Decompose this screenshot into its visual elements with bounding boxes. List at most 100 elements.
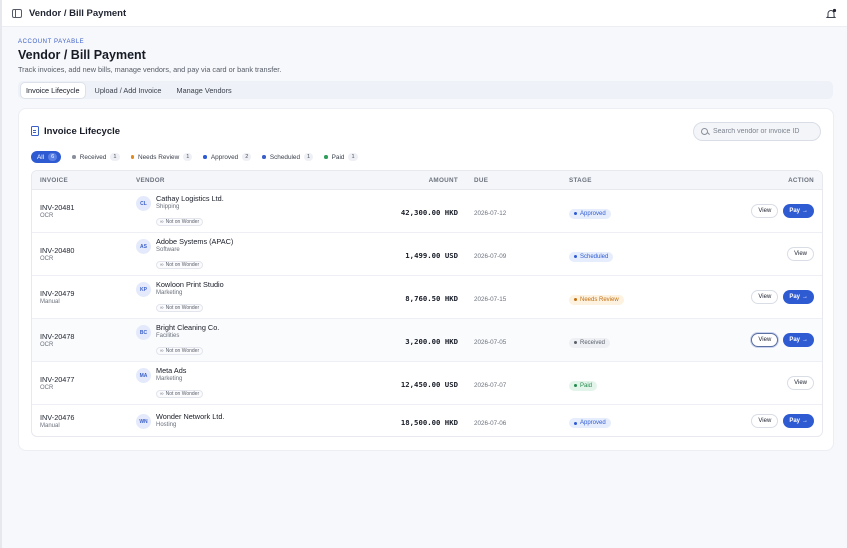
invoice-id: INV-20481 [40,203,75,212]
col-due[interactable]: DUE [466,171,561,190]
vendor-category: Hosting [156,422,177,428]
not-on-wonder-badge: ∞ Not on Wonder [156,304,204,312]
col-action: ACTION [691,171,822,190]
sidebar-toggle-icon[interactable] [12,8,22,18]
filter-chip-needs-review[interactable]: Needs Review 1 [130,153,193,161]
table-row[interactable]: INV-20478 OCR BC Bright Cleaning Co. Fac… [32,319,822,362]
stage-cell: Scheduled [561,233,691,276]
table-row[interactable]: INV-20477 OCR MA Meta Ads Marketing ∞ Not… [32,362,822,405]
search-input[interactable] [713,127,813,135]
vendor-cell: KP Kowloon Print Studio Marketing ∞ Not o… [128,276,338,319]
not-on-wonder-label: Not on Wonder [165,219,200,225]
due-cell: 2026-07-07 [466,362,561,405]
view-button[interactable]: View [751,413,779,428]
invoice-source: OCR [40,342,54,348]
stage-label: Needs Review [580,296,619,303]
stage-badge: Scheduled [569,251,614,262]
vendor-name: Kowloon Print Studio [156,280,224,289]
vendor-category: Shipping [156,204,180,210]
due-cell: 2026-07-09 [466,233,561,276]
card-title: Invoice Lifecycle [44,125,121,137]
not-on-wonder-badge: ∞ Not on Wonder [156,261,204,269]
invoice-id: INV-20476 [40,412,75,422]
not-on-wonder-badge: ∞ Not on Wonder [156,218,204,226]
status-dot-icon [574,212,577,215]
due-date: 2026-07-06 [474,419,507,427]
view-button[interactable]: View [787,247,814,261]
vendor-category: Facilities [156,333,180,339]
table-row[interactable]: INV-20480 OCR AS Adobe Systems (APAC) So… [32,233,822,276]
tab-upload-add-invoice[interactable]: Upload / Add Invoice [90,83,167,98]
invoice-amount: 12,450.00 USD [400,380,458,389]
action-cell: View [691,233,822,276]
due-cell: 2026-07-06 [466,405,561,436]
vendor-avatar: AS [136,239,151,254]
stage-label: Paid [580,382,593,389]
vendor-name: Adobe Systems (APAC) [156,237,234,246]
pay-button[interactable]: Pay → [783,290,814,304]
invoice-amount: 3,200.00 HKD [405,337,458,346]
filter-chip-scheduled[interactable]: Scheduled 1 [262,153,314,161]
not-on-wonder-label: Not on Wonder [165,305,200,311]
not-on-wonder-badge: ∞ Not on Wonder [156,390,204,398]
view-button[interactable]: View [787,376,814,390]
stage-filters: All 6 Received 1 Needs Review 1 Approved 2 Sched… [31,150,821,164]
invoice-table: INVOICE VENDOR AMOUNT DUE STAGE ACTION I… [31,170,823,437]
invoice-cell: INV-20479 Manual [32,276,128,319]
search-box[interactable] [693,121,821,141]
col-vendor[interactable]: VENDOR [128,171,338,190]
vendor-name: Wonder Network Ltd. [156,412,225,421]
status-dot-icon [130,155,135,159]
pay-button[interactable]: Pay → [783,413,814,428]
col-invoice[interactable]: INVOICE [32,171,128,190]
filter-chip-approved[interactable]: Approved 2 [203,153,252,161]
invoice-source: OCR [40,385,54,391]
pay-button[interactable]: Pay → [783,204,814,218]
invoice-id: INV-20479 [40,289,75,298]
amount-cell: 1,499.00 USD [338,233,466,276]
link-icon: ∞ [160,262,164,268]
notification-bell-icon[interactable] [825,7,837,19]
due-cell: 2026-07-05 [466,319,561,362]
vendor-name: Meta Ads [156,366,187,375]
pay-label: Pay [789,337,800,343]
table-row[interactable]: INV-20481 OCR CL Cathay Logistics Ltd. S… [32,190,822,233]
filter-count: 1 [348,153,358,161]
vendor-name: Bright Cleaning Co. [156,323,220,332]
vendor-avatar: KP [136,282,151,297]
document-icon [31,126,39,136]
stage-badge: Approved [569,418,611,428]
status-dot-icon [262,155,266,159]
col-stage[interactable]: STAGE [561,171,691,190]
filter-label: Approved [210,153,239,161]
view-button[interactable]: View [751,290,779,304]
page-eyebrow: ACCOUNT PAYABLE [18,39,85,45]
tab-manage-vendors[interactable]: Manage Vendors [171,83,236,98]
filter-chip-all[interactable]: All 6 [31,151,62,163]
pay-button[interactable]: Pay → [783,333,814,347]
invoice-cell: INV-20478 OCR [32,319,128,362]
view-button[interactable]: View [751,333,779,347]
status-dot-icon [72,155,76,159]
arrow-right-icon: → [802,294,808,300]
topbar-title: Vendor / Bill Payment [29,7,127,19]
stage-label: Received [580,339,606,346]
search-icon [701,127,708,135]
view-button[interactable]: View [751,204,779,218]
filter-chip-paid[interactable]: Paid 1 [324,153,358,161]
col-amount[interactable]: AMOUNT [338,171,466,190]
table-row[interactable]: INV-20479 Manual KP Kowloon Print Studio… [32,276,822,319]
status-dot-icon [574,255,577,258]
invoice-lifecycle-card: Invoice Lifecycle All6Received1Needs Rev… [18,108,834,451]
tab-invoice-lifecycle[interactable]: Invoice Lifecycle [21,82,85,98]
filter-count: 2 [242,153,252,161]
filter-chip-received[interactable]: Received 1 [72,153,120,161]
table-row[interactable]: INV-20476 Manual WN Wonder Network Ltd. … [32,405,822,436]
invoice-amount: 18,500.00 HKD [400,417,458,427]
status-dot-icon [574,384,577,387]
due-date: 2026-07-05 [474,339,507,346]
not-on-wonder-label: Not on Wonder [165,348,200,354]
vendor-avatar: MA [136,368,151,383]
amount-cell: 12,450.00 USD [338,362,466,405]
invoice-cell: INV-20476 Manual [32,405,128,436]
